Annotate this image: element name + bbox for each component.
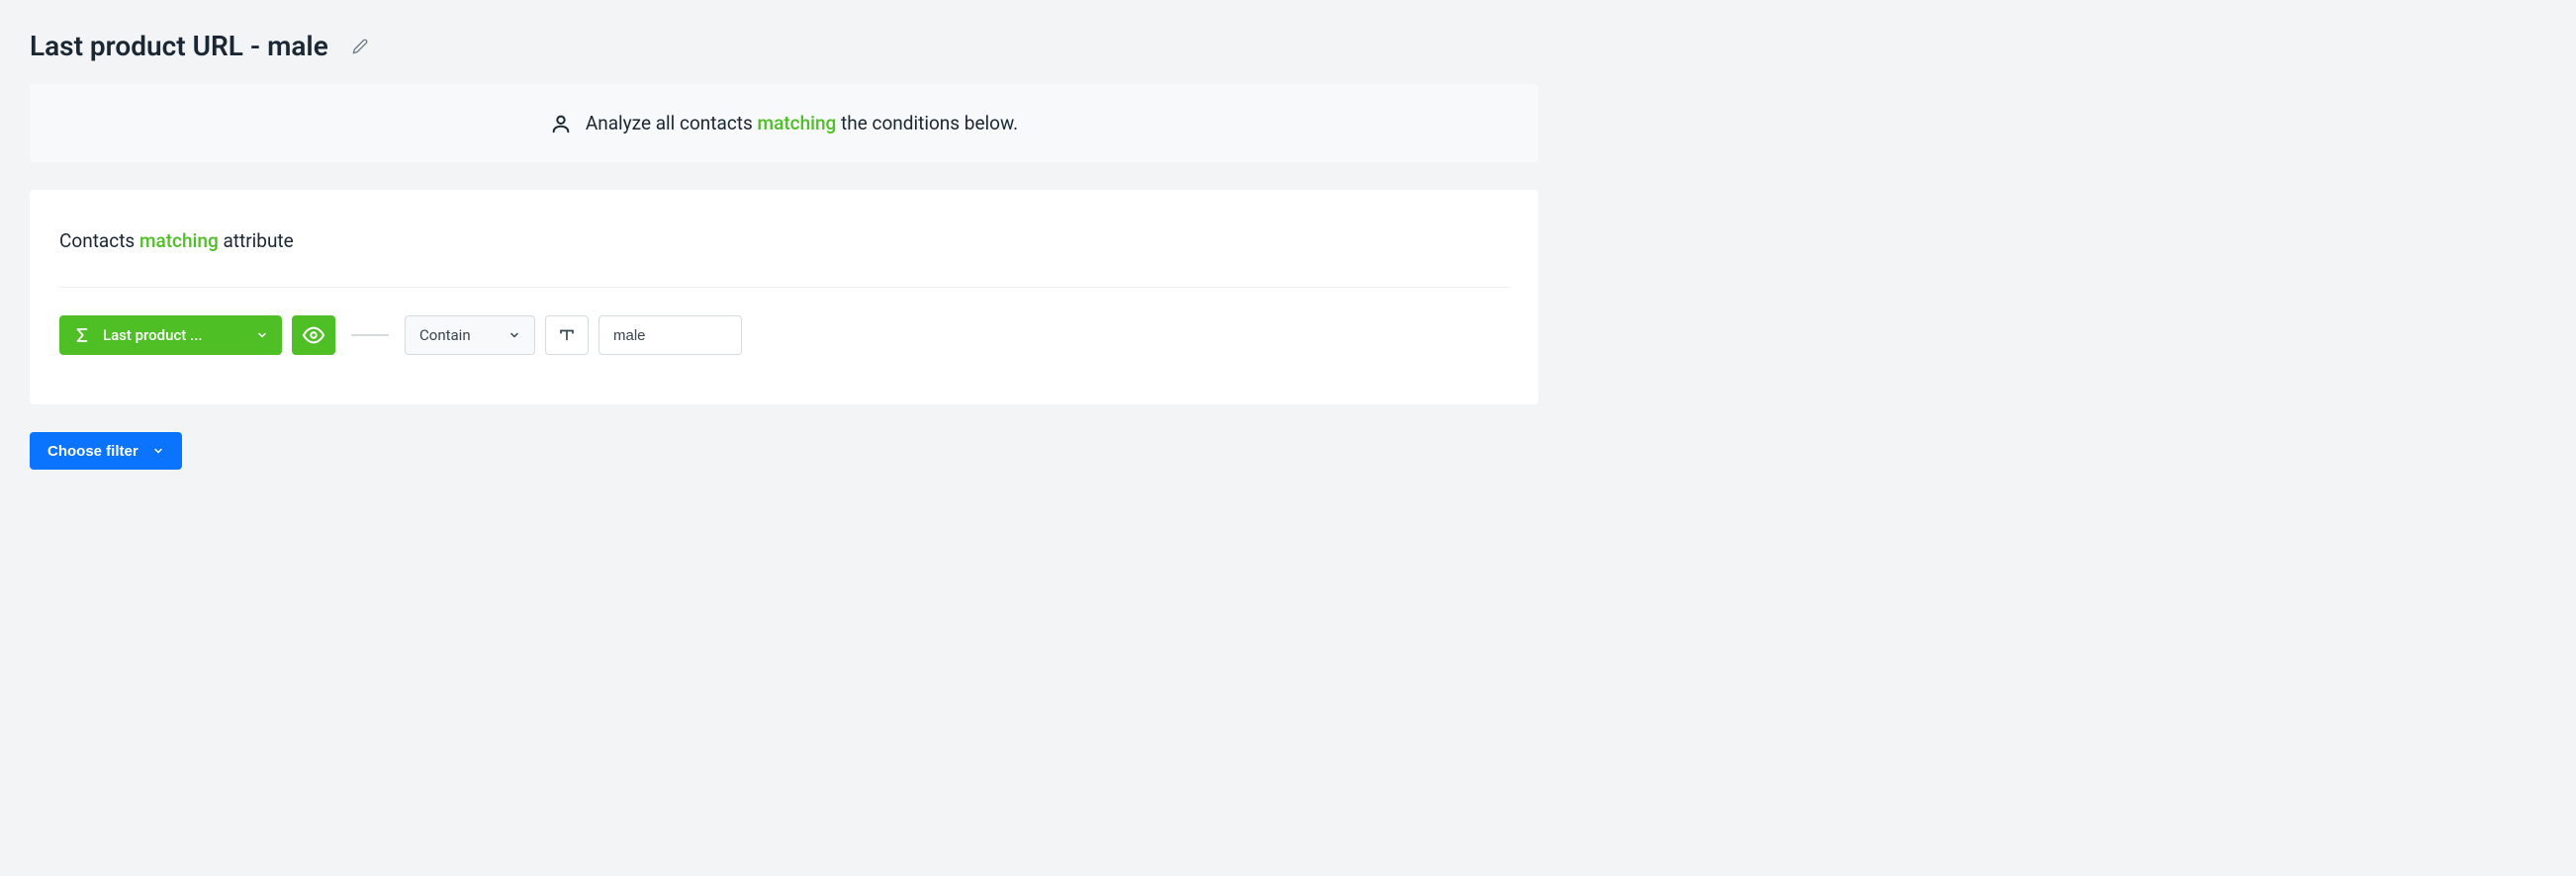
attribute-label: Last product ... bbox=[103, 326, 244, 344]
filter-card: Contacts matching attribute Last product… bbox=[30, 190, 1538, 404]
chevron-down-icon bbox=[256, 329, 268, 341]
attribute-dropdown[interactable]: Last product ... bbox=[59, 315, 282, 355]
analyze-banner: Analyze all contacts matching the condit… bbox=[30, 84, 1538, 162]
value-type-indicator bbox=[545, 315, 589, 355]
eye-icon bbox=[303, 324, 324, 346]
page-title: Last product URL - male bbox=[30, 30, 328, 62]
user-icon bbox=[550, 113, 572, 134]
title-row: Last product URL - male bbox=[30, 30, 1538, 62]
divider bbox=[59, 287, 1509, 288]
card-title-match[interactable]: matching bbox=[139, 229, 219, 252]
preview-button[interactable] bbox=[292, 315, 335, 355]
text-type-icon bbox=[558, 326, 576, 344]
value-input[interactable] bbox=[598, 315, 742, 355]
filter-card-title: Contacts matching attribute bbox=[59, 229, 1509, 252]
banner-suffix: the conditions below. bbox=[841, 112, 1018, 134]
banner-match-word[interactable]: matching bbox=[758, 112, 837, 134]
choose-filter-label: Choose filter bbox=[47, 443, 138, 460]
filter-row: Last product ... Contain bbox=[59, 315, 1509, 355]
card-title-prefix: Contacts bbox=[59, 229, 135, 252]
edit-title-button[interactable] bbox=[348, 35, 372, 58]
card-title-suffix: attribute bbox=[223, 229, 293, 252]
choose-filter-button[interactable]: Choose filter bbox=[30, 432, 182, 470]
chevron-down-icon bbox=[508, 329, 520, 341]
chevron-down-icon bbox=[152, 445, 164, 457]
banner-prefix: Analyze all contacts bbox=[586, 112, 753, 134]
operator-dropdown[interactable]: Contain bbox=[405, 315, 535, 355]
connector-line bbox=[351, 334, 389, 336]
pencil-icon bbox=[352, 39, 368, 54]
operator-label: Contain bbox=[419, 326, 495, 344]
sigma-icon bbox=[73, 326, 91, 344]
